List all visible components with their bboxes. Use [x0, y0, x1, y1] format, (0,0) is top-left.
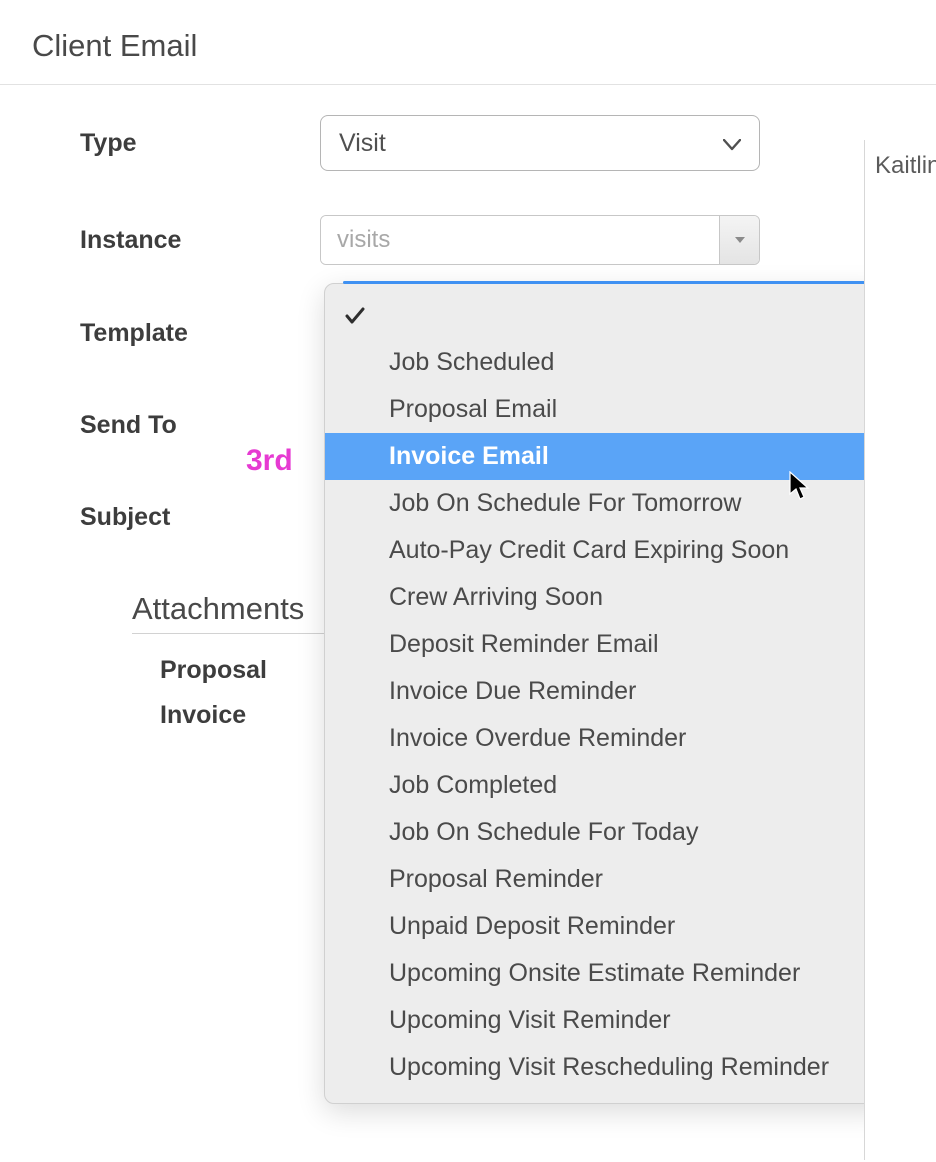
template-option-label: Crew Arriving Soon: [389, 583, 603, 612]
template-option-label: Invoice Email: [389, 442, 549, 471]
template-option-blank[interactable]: [325, 292, 889, 339]
template-option[interactable]: Deposit Reminder Email: [325, 621, 889, 668]
template-option-label: Job On Schedule For Today: [389, 818, 698, 847]
template-option[interactable]: Proposal Reminder: [325, 856, 889, 903]
template-option-label: Job Scheduled: [389, 348, 554, 377]
instance-select-button[interactable]: [719, 216, 759, 264]
side-preview-panel: Kaitlin: [864, 140, 936, 1160]
template-option[interactable]: Invoice Due Reminder: [325, 668, 889, 715]
template-option[interactable]: Job On Schedule For Today: [325, 809, 889, 856]
annotation-3rd: 3rd: [246, 444, 293, 478]
template-option[interactable]: Job Scheduled: [325, 339, 889, 386]
type-select-value: Visit: [339, 129, 386, 158]
row-type: Type Visit: [80, 115, 936, 171]
page-title: Client Email: [32, 28, 936, 64]
template-option[interactable]: Upcoming Onsite Estimate Reminder: [325, 950, 889, 997]
template-option-label: Invoice Overdue Reminder: [389, 724, 686, 753]
type-select[interactable]: Visit: [320, 115, 760, 171]
template-option-label: Deposit Reminder Email: [389, 630, 659, 659]
template-option-label: Upcoming Onsite Estimate Reminder: [389, 959, 800, 988]
template-option[interactable]: Unpaid Deposit Reminder: [325, 903, 889, 950]
chevron-down-icon: [723, 133, 741, 155]
template-option-label: Job On Schedule For Tomorrow: [389, 489, 741, 518]
label-type: Type: [80, 129, 320, 158]
template-option[interactable]: Job Completed: [325, 762, 889, 809]
check-icon: [345, 307, 389, 325]
label-template: Template: [80, 319, 320, 348]
instance-select-value: visits: [321, 216, 719, 264]
template-option[interactable]: Auto-Pay Credit Card Expiring Soon: [325, 527, 889, 574]
template-option-label: Proposal Reminder: [389, 865, 603, 894]
row-instance: Instance visits: [80, 215, 936, 265]
instance-select[interactable]: visits: [320, 215, 760, 265]
side-preview-text: Kaitlin: [875, 152, 936, 180]
template-option-label: Proposal Email: [389, 395, 557, 424]
template-option[interactable]: Invoice Overdue Reminder: [325, 715, 889, 762]
template-option-label: Upcoming Visit Reminder: [389, 1006, 671, 1035]
template-option-label: Invoice Due Reminder: [389, 677, 636, 706]
template-option-label: Job Completed: [389, 771, 557, 800]
template-option-label: Unpaid Deposit Reminder: [389, 912, 675, 941]
template-option[interactable]: Proposal Email: [325, 386, 889, 433]
template-option[interactable]: Upcoming Visit Reminder: [325, 997, 889, 1044]
template-option-label: Upcoming Visit Rescheduling Reminder: [389, 1053, 829, 1082]
label-instance: Instance: [80, 226, 320, 255]
template-dropdown[interactable]: Job Scheduled Proposal Email Invoice Email…: [324, 283, 890, 1104]
template-option[interactable]: Crew Arriving Soon: [325, 574, 889, 621]
template-option-label: Auto-Pay Credit Card Expiring Soon: [389, 536, 789, 565]
triangle-down-icon: [734, 236, 746, 244]
label-subject: Subject: [80, 503, 320, 532]
label-send-to: Send To: [80, 411, 320, 440]
template-option[interactable]: Upcoming Visit Rescheduling Reminder: [325, 1044, 889, 1091]
cursor-icon: [789, 471, 811, 501]
